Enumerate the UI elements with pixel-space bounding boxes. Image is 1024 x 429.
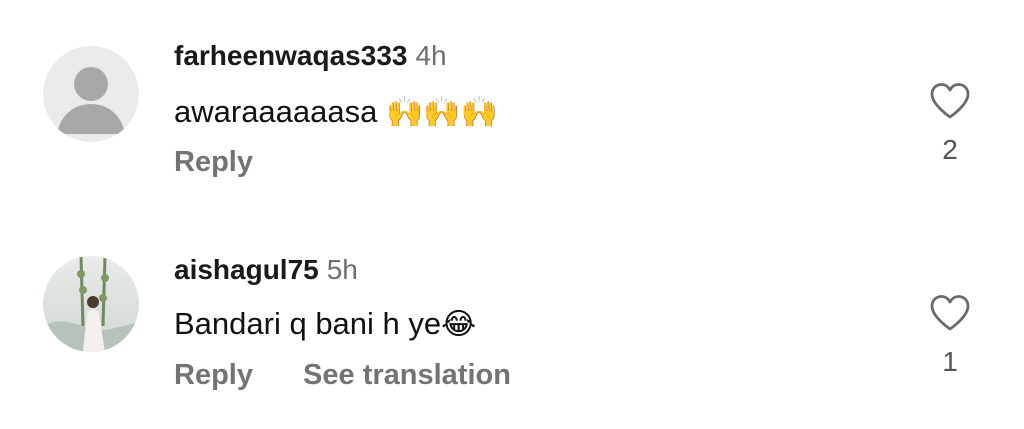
heart-outline-icon[interactable] (929, 294, 971, 332)
comment-actions: Reply (174, 146, 253, 179)
raising-hands-emoji: 🙌🙌🙌 (386, 95, 499, 130)
reply-button[interactable]: Reply (174, 146, 253, 178)
comment-item: farheenwaqas333 4h awaraaaaaasa 🙌🙌🙌 Reply… (0, 0, 1024, 214)
comment-text: awaraaaaaasa 🙌🙌🙌 (174, 94, 498, 130)
photo-avatar-icon (43, 256, 139, 352)
like-count: 2 (942, 134, 958, 165)
comment-timestamp: 4h (415, 40, 447, 71)
username-text[interactable]: aishagul75 (174, 254, 319, 285)
comment-body: awaraaaaaasa (174, 94, 378, 129)
comment-username[interactable]: farheenwaqas333 4h (174, 40, 447, 72)
username-text[interactable]: farheenwaqas333 (174, 40, 407, 71)
avatar[interactable] (43, 46, 139, 142)
comment-timestamp: 5h (326, 254, 358, 285)
see-translation-button[interactable]: See translation (303, 359, 511, 391)
comment-actions: Reply See translation (174, 359, 511, 392)
heart-outline-icon[interactable] (929, 82, 971, 120)
like-count: 1 (942, 346, 958, 377)
comment-item: aishagul75 5h Bandari q bani h ye😂 Reply … (0, 214, 1024, 429)
comment-body: Bandari q bani h ye (174, 306, 442, 341)
tears-of-joy-emoji: 😂 (441, 307, 477, 342)
default-avatar-icon (43, 46, 139, 142)
like-control: 1 (925, 294, 975, 378)
reply-button[interactable]: Reply (174, 359, 253, 391)
like-control: 2 (925, 82, 975, 166)
avatar[interactable] (43, 256, 139, 352)
comment-text: Bandari q bani h ye😂 (174, 306, 476, 342)
comment-username[interactable]: aishagul75 5h (174, 254, 358, 286)
